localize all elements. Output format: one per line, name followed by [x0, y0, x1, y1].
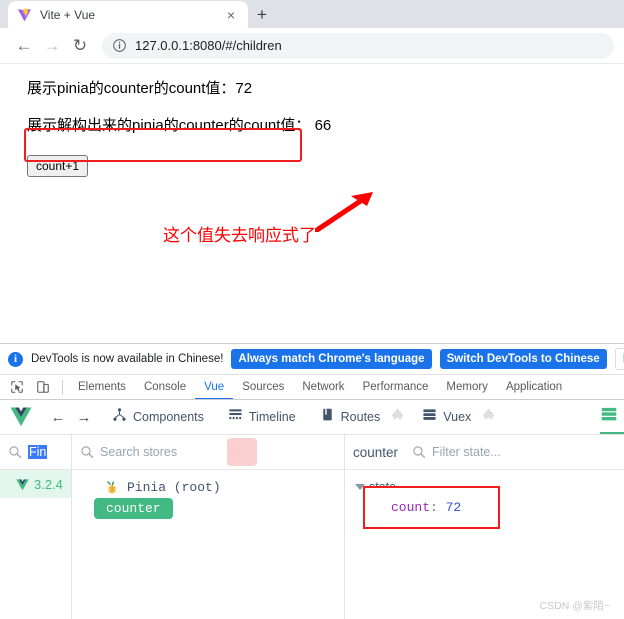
vue-tab-vuex[interactable]: Vuex [414, 404, 479, 430]
page-viewport: 展示pinia的counter的count值：72 展示解构出来的pinia的c… [0, 64, 624, 364]
store-tree: Pinia (root) counter [72, 470, 344, 619]
timeline-icon [228, 407, 243, 427]
pinia-stores-column: Search stores Pinia (root) counter [72, 435, 345, 619]
vue-tab-components[interactable]: Components [104, 404, 212, 430]
switch-devtools-chinese-button[interactable]: Switch DevTools to Chinese [439, 349, 607, 369]
store-search-bar[interactable]: Search stores [72, 435, 344, 470]
state-tree: state count: 72 [345, 470, 624, 619]
components-tree-icon [112, 407, 127, 427]
vue-forward-icon[interactable]: → [72, 405, 96, 429]
browser-tab-strip: Vite + Vue × + [0, 0, 624, 28]
destructured-counter-display-line: 展示解构出来的pinia的counter的count值： 66 [27, 116, 332, 134]
devtools-panel: i DevTools is now available in Chinese! … [0, 343, 624, 619]
routes-book-icon [320, 407, 335, 427]
vue-back-icon[interactable]: ← [46, 405, 70, 429]
search-icon [412, 445, 426, 459]
vue-tab-components-label: Components [133, 410, 204, 424]
info-icon: i [8, 351, 23, 367]
watermark: CSDN @紫陌~ [539, 600, 610, 612]
notice-text: DevTools is now available in Chinese! [31, 353, 224, 365]
vuex-list-icon [422, 407, 437, 427]
toolbar-divider [62, 380, 63, 394]
vue-devtools-toolbar: ← → Components Timeline Routes Vuex [0, 400, 624, 435]
reload-icon[interactable]: ↻ [66, 32, 94, 60]
state-entry-key: count [391, 500, 431, 515]
state-section-header[interactable]: state [355, 480, 624, 494]
vue-version-row[interactable]: 3.2.4 [0, 470, 71, 498]
devtools-tab-performance[interactable]: Performance [354, 375, 438, 399]
store-item-counter[interactable]: counter [94, 498, 173, 519]
pinia-root-node[interactable]: Pinia (root) [82, 480, 334, 495]
search-icon [80, 445, 94, 459]
devtools-tab-network[interactable]: Network [293, 375, 353, 399]
vue-mini-logo-icon [16, 478, 29, 491]
address-bar-url: 127.0.0.1:8080/#/children [135, 38, 282, 53]
increment-count-button[interactable]: count+1 [27, 155, 89, 177]
vue-tab-timeline-label: Timeline [248, 410, 296, 424]
search-icon [8, 445, 22, 459]
device-toolbar-icon[interactable] [30, 375, 56, 399]
vite-logo-icon [16, 7, 32, 23]
plugin-puzzle-icon-2 [481, 408, 497, 425]
vue-tab-routes[interactable]: Routes [312, 404, 389, 430]
address-bar[interactable]: 127.0.0.1:8080/#/children [102, 32, 614, 59]
plugin-puzzle-icon [390, 408, 406, 425]
find-input-value[interactable]: Fin [28, 445, 48, 459]
forward-icon[interactable]: → [38, 32, 66, 60]
pinia-pineapple-icon [104, 480, 119, 495]
annotation-text: 这个值失去响应式了 [163, 226, 316, 245]
new-tab-button[interactable]: + [248, 1, 276, 28]
store-search-placeholder: Search stores [100, 445, 178, 459]
vue-version-label: 3.2.4 [34, 476, 63, 492]
chevron-down-icon[interactable] [355, 484, 365, 490]
annotation-arrow-icon [315, 192, 373, 232]
state-entry-value: 72 [445, 500, 462, 515]
browser-tab-title: Vite + Vue [40, 7, 96, 22]
devtools-language-notice: i DevTools is now available in Chinese! … [0, 344, 624, 375]
devtools-tab-memory[interactable]: Memory [437, 375, 497, 399]
always-match-language-button[interactable]: Always match Chrome's language [231, 349, 432, 369]
dont-show-again-button[interactable]: Don't s [614, 348, 624, 370]
info-circle-icon[interactable] [112, 38, 127, 53]
pinia-inspector: Fin 3.2.4 Search stores Pinia (root) cou… [0, 435, 624, 619]
pinia-list-icon [600, 405, 618, 428]
state-entry-count[interactable]: count: 72 [365, 500, 461, 515]
close-icon[interactable]: × [222, 8, 240, 22]
devtools-tab-application[interactable]: Application [497, 375, 571, 399]
pinia-root-label: Pinia (root) [127, 480, 221, 495]
back-icon[interactable]: ← [10, 32, 38, 60]
state-section-label: state [369, 480, 397, 494]
vue-tab-pinia[interactable] [600, 400, 624, 434]
devtools-tab-bar: Elements Console Vue Sources Network Per… [0, 375, 624, 400]
vue-logo-icon [10, 407, 32, 427]
vue-tab-routes-label: Routes [340, 410, 381, 424]
vue-tab-vuex-label: Vuex [443, 410, 472, 424]
devtools-tab-console[interactable]: Console [135, 375, 195, 399]
filter-state-placeholder[interactable]: Filter state... [432, 445, 501, 459]
browser-tab[interactable]: Vite + Vue × [8, 1, 248, 28]
inspect-element-icon[interactable] [4, 375, 30, 399]
vue-tab-timeline[interactable]: Timeline [220, 404, 304, 430]
detail-store-title: counter [353, 444, 399, 460]
detail-header: counter Filter state... [345, 435, 624, 470]
pinia-detail-column: counter Filter state... state count: 72 [345, 435, 624, 619]
pinia-find-column: Fin 3.2.4 [0, 435, 72, 619]
find-search-bar[interactable]: Fin [0, 435, 71, 470]
devtools-tab-elements[interactable]: Elements [69, 375, 135, 399]
click-highlight-marker [227, 438, 257, 466]
browser-toolbar: ← → ↻ 127.0.0.1:8080/#/children [0, 28, 624, 64]
counter-display-line: 展示pinia的counter的count值：72 [27, 80, 253, 97]
devtools-tab-vue[interactable]: Vue [195, 375, 234, 399]
devtools-tab-sources[interactable]: Sources [233, 375, 293, 399]
